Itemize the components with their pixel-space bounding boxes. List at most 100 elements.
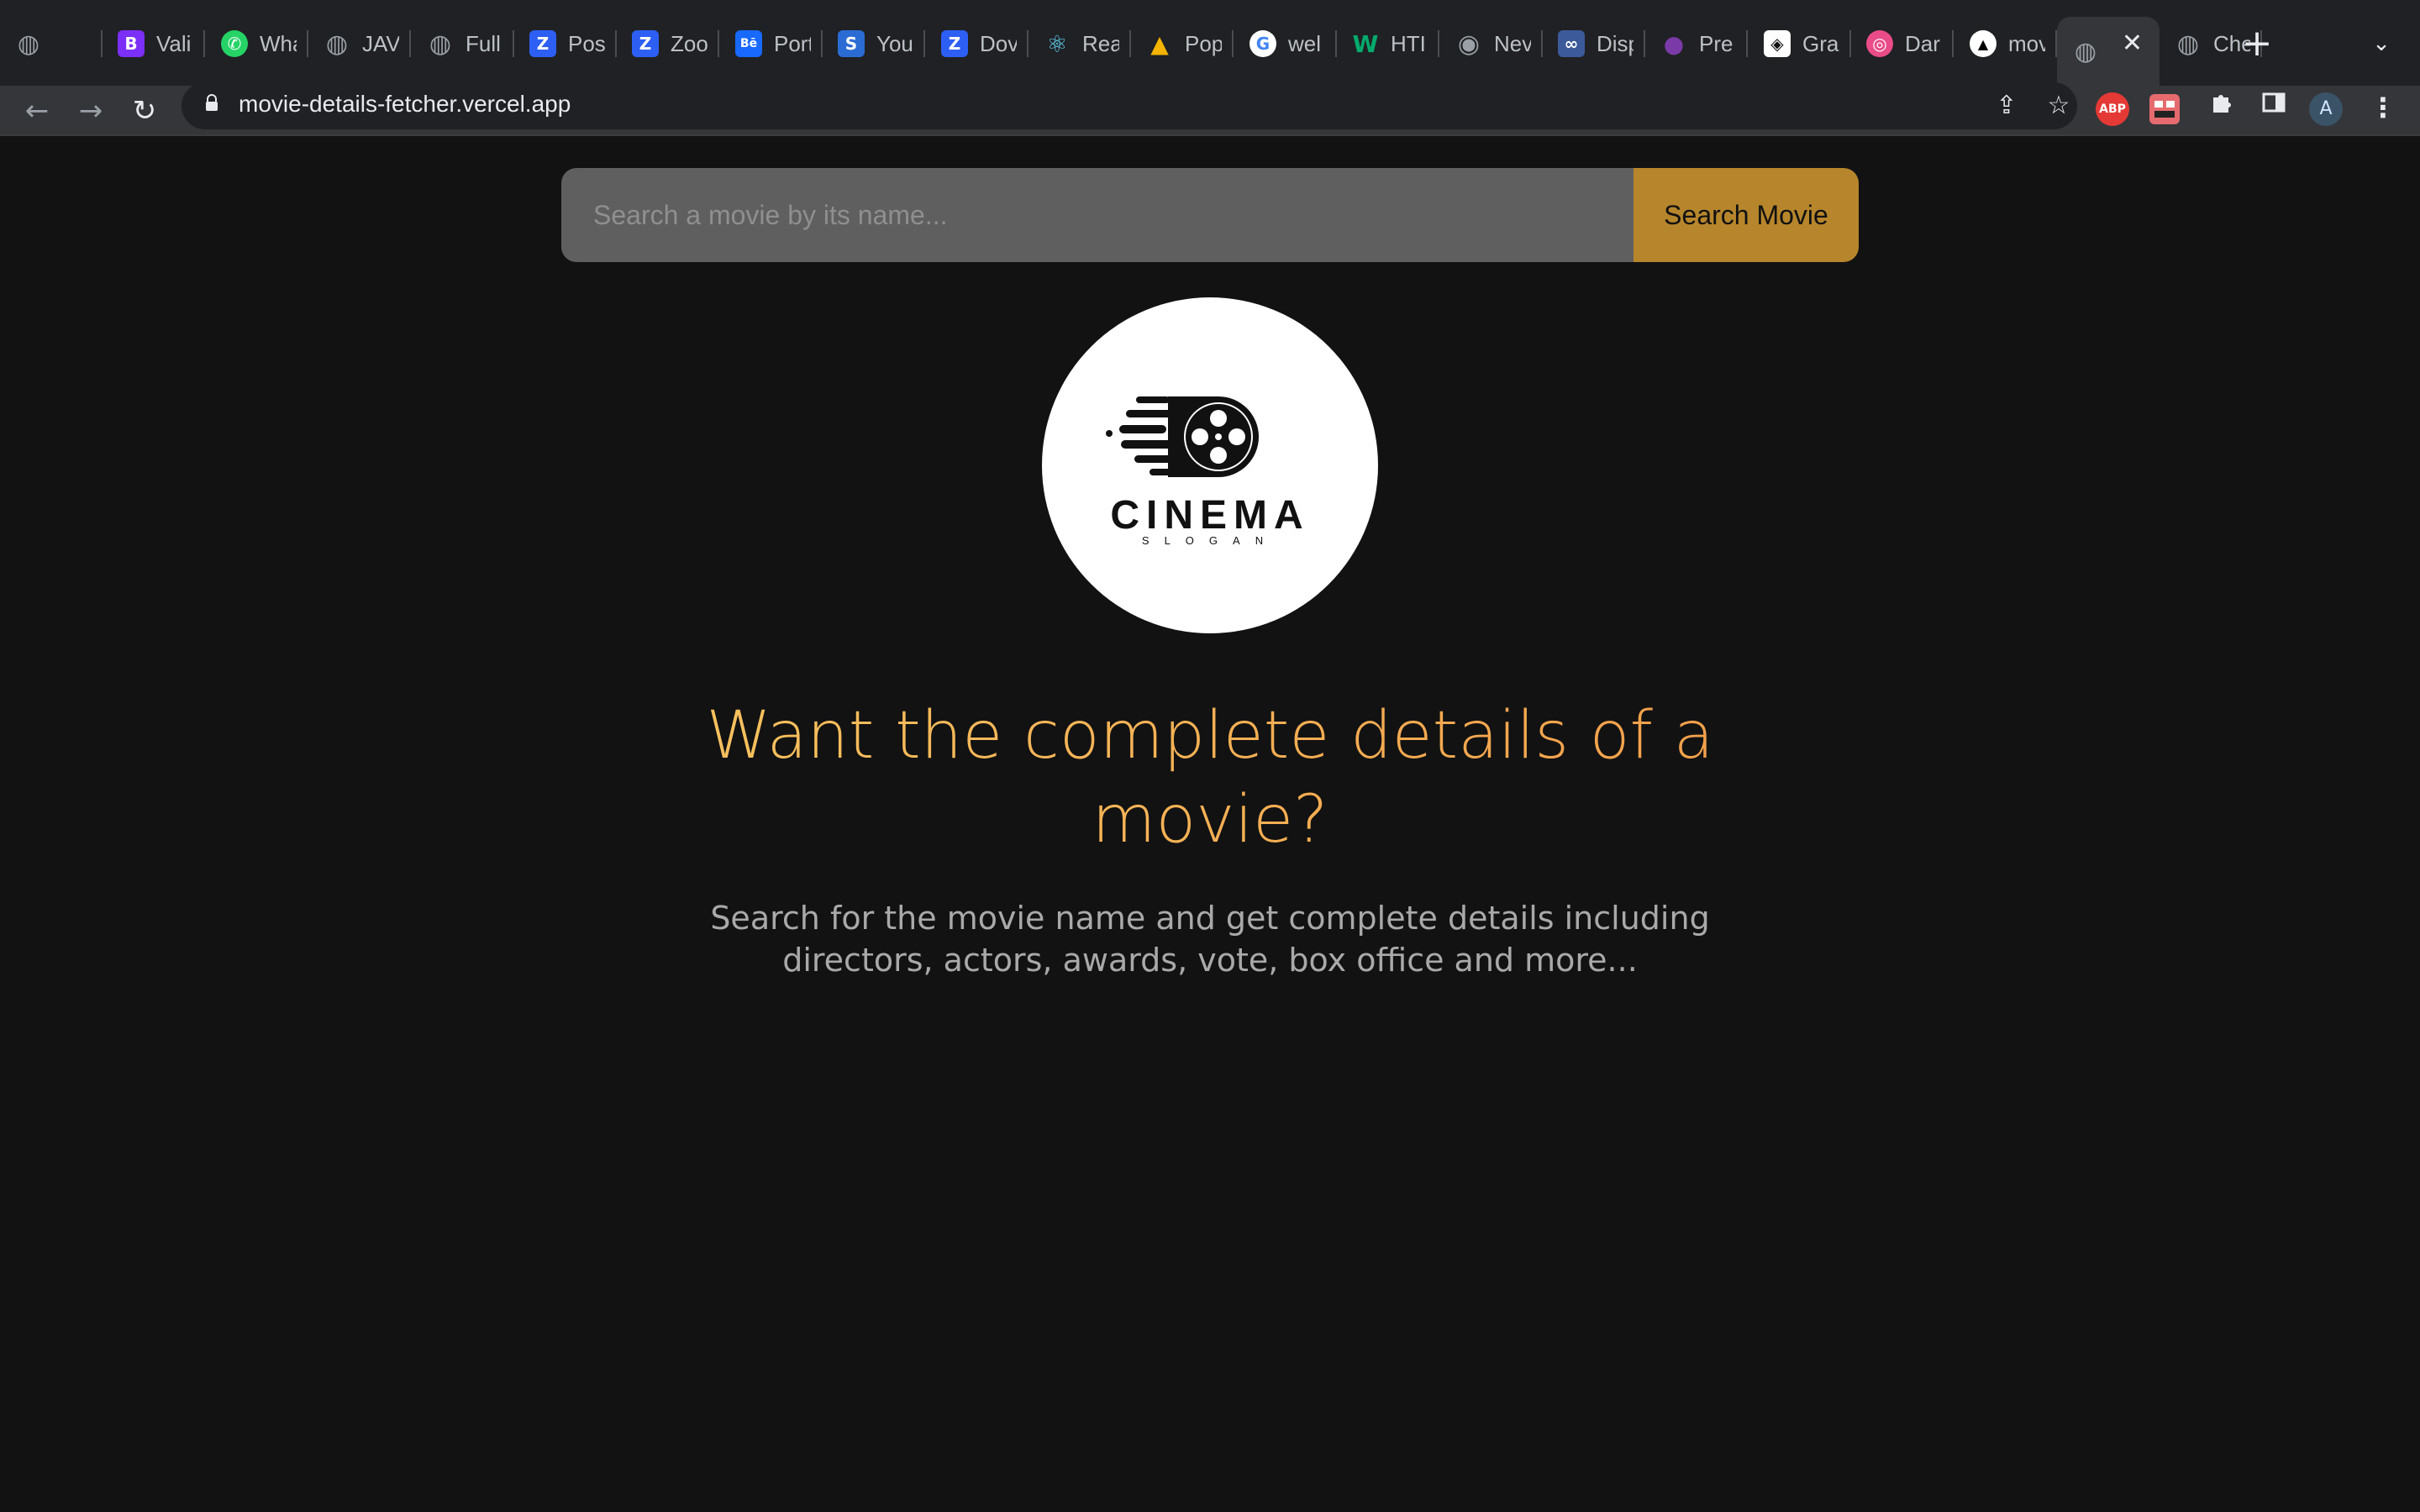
tab-title: Disp: [1597, 30, 1634, 56]
lock-icon: [206, 94, 218, 111]
tab-separator: [718, 30, 719, 57]
globe-icon: ◍: [2074, 36, 2097, 66]
logo-wordmark: CINEMA: [1110, 493, 1310, 538]
extension-grid-glyph: [2154, 101, 2175, 118]
address-bar[interactable]: movie-details-fetcher.vercel.app ⇪ ☆: [182, 82, 2077, 129]
tab-title: Vali: [156, 30, 192, 56]
reload-button[interactable]: ↻: [124, 91, 165, 131]
tab-title: Zoo: [671, 30, 708, 56]
w-icon: W: [1352, 29, 1379, 58]
tab-title: Port: [774, 30, 811, 56]
browser-tab[interactable]: ◍ ✕: [2057, 17, 2160, 86]
react-icon: ⚛: [1046, 29, 1068, 58]
close-tab-icon[interactable]: ✕: [2122, 30, 2143, 57]
browser-toolbar: ← → ↻ movie-details-fetcher.vercel.app ⇪…: [0, 82, 2420, 136]
hero-headline: Want the complete details of a movie?: [706, 694, 1714, 862]
browser-tab[interactable]: Bē Port: [720, 17, 823, 71]
tab-title: Gra: [1802, 30, 1839, 56]
tab-title: Dov: [980, 30, 1017, 56]
tab-separator: [1952, 30, 1954, 57]
browser-tab[interactable]: Z Zoo: [617, 17, 719, 71]
tab-title: Nev: [1494, 30, 1531, 56]
zoom-icon: Z: [632, 30, 659, 57]
browser-tab[interactable]: B Vali: [103, 17, 205, 71]
tab-separator: [1438, 30, 1439, 57]
browser-tab[interactable]: ✆ Wha: [206, 17, 308, 71]
codepen-icon: ◈: [1764, 30, 1791, 57]
share-icon[interactable]: ⇪: [1990, 89, 2023, 123]
cinema-logo: CINEMA SLOGAN: [1042, 297, 1378, 633]
popup-icon: ▲: [1150, 29, 1169, 58]
extension-grid-icon[interactable]: [2149, 94, 2180, 124]
tab-title: wel: [1288, 30, 1322, 56]
zoom-icon: Z: [941, 30, 968, 57]
zoom-icon: Z: [529, 30, 556, 57]
tab-title: Pre: [1699, 30, 1733, 56]
tab-separator: [1746, 30, 1748, 57]
tab-title: Pop: [1185, 30, 1222, 56]
browser-tab[interactable]: ◍ Full: [412, 17, 514, 71]
browser-tab[interactable]: ◎ Dar: [1851, 17, 1954, 71]
tab-separator: [1232, 30, 1234, 57]
browser-tab[interactable]: W HTI: [1337, 17, 1439, 71]
adblock-extension-icon[interactable]: ABP: [2096, 92, 2129, 126]
dribbble-icon: ◎: [1866, 30, 1893, 57]
forward-button[interactable]: →: [71, 91, 111, 131]
hero-subtext: Search for the movie name and get comple…: [710, 900, 1710, 979]
movie-search-input[interactable]: [561, 168, 1634, 262]
tab-separator: [203, 30, 205, 57]
tab-title: Wha: [260, 30, 297, 56]
browser-tab[interactable]: Z Dov: [926, 17, 1028, 71]
infinity-icon: ∞: [1558, 30, 1585, 57]
browser-tab[interactable]: ◈ Gra: [1749, 17, 1851, 71]
browser-tab[interactable]: ● Pre: [1645, 17, 1748, 71]
browser-menu-icon[interactable]: ⋮: [2365, 89, 2402, 126]
globe-icon: ◍: [2176, 29, 2200, 59]
browser-tab[interactable]: ⚛ Rea: [1028, 17, 1131, 71]
browser-tab[interactable]: ◍ JAV: [308, 17, 411, 71]
browser-tab[interactable]: ∞ Disp: [1543, 17, 1645, 71]
bootstrap-icon: B: [118, 30, 145, 57]
tab-separator: [923, 30, 925, 57]
chrome-icon: ◉: [1457, 29, 1481, 59]
browser-tab[interactable]: Z Pos: [514, 17, 617, 71]
tab-title: Pos: [568, 30, 605, 56]
tab-separator: [409, 30, 411, 57]
browser-tab-strip: ◍ B Vali ✆ Wha ◍ JAV ◍ Full Z Pos Z Zoo Bē Port S You Z Do…: [0, 0, 2420, 86]
new-tab-button[interactable]: +: [2235, 22, 2279, 66]
tab-search-button[interactable]: ⌄: [2363, 25, 2400, 62]
tab-title: Rea: [1082, 30, 1119, 56]
tab-title: Dar: [1905, 30, 1940, 56]
movie-search-form: Search Movie: [561, 168, 1859, 262]
browser-tab[interactable]: ▲ mov: [1954, 17, 2057, 71]
tab-title: JAV: [362, 30, 399, 56]
film-reel-icon: [1106, 396, 1259, 477]
profile-avatar[interactable]: A: [2309, 92, 2343, 126]
browser-tab[interactable]: ◉ Nev: [1440, 17, 1543, 71]
globe-icon: ◍: [429, 29, 452, 59]
browser-tab[interactable]: Gwel: [1234, 17, 1337, 71]
drop-icon: ●: [1663, 29, 1685, 58]
vercel-icon: ▲: [1970, 30, 1996, 57]
back-button[interactable]: ←: [17, 91, 57, 131]
globe-icon: ◍: [17, 29, 40, 59]
behance-icon: Bē: [735, 30, 762, 57]
bookmark-star-icon[interactable]: ☆: [2042, 89, 2075, 123]
browser-tab[interactable]: ◍: [0, 17, 103, 71]
tab-title: Full: [466, 30, 501, 56]
tab-title: mov: [2008, 30, 2045, 56]
puzzle-glyph: [2213, 95, 2231, 113]
google-icon: G: [1249, 30, 1276, 57]
globe-icon: ◍: [325, 29, 349, 59]
tab-title: You: [876, 30, 913, 56]
browser-tab[interactable]: S You: [823, 17, 925, 71]
search-movie-button[interactable]: Search Movie: [1634, 168, 1859, 262]
extensions-puzzle-icon[interactable]: [2203, 89, 2240, 126]
side-panel-icon[interactable]: [2255, 89, 2292, 126]
logo-slogan: SLOGAN: [1141, 534, 1279, 547]
browser-tab[interactable]: ▲ Pop: [1131, 17, 1234, 71]
side-panel-glyph: [2262, 92, 2286, 113]
whatsapp-icon: ✆: [221, 30, 248, 57]
url-text: movie-details-fetcher.vercel.app: [239, 91, 571, 117]
tab-title: HTI: [1391, 30, 1426, 56]
